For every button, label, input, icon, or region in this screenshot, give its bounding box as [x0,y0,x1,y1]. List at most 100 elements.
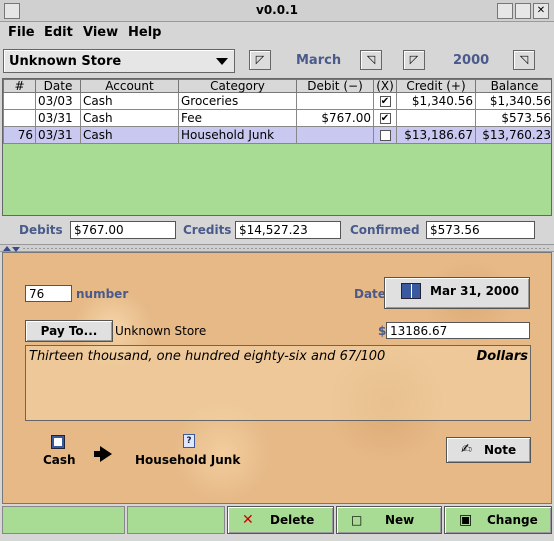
cell-account: Cash [80,92,179,110]
amount-input[interactable]: 13186.67 [386,322,530,339]
cell-date: 03/31 [35,109,81,127]
window-title: v0.0.1 [256,3,298,17]
amount-in-words: Thirteen thousand, one hundred eighty-si… [29,349,386,364]
splitter-grip[interactable] [22,247,550,250]
cell-debit: $767.00 [296,109,374,127]
cell-account: Cash [80,109,179,127]
next-month-button[interactable]: ◹ [360,50,382,70]
change-button[interactable]: ▣ Change [444,506,552,534]
new-page-icon: □ [351,513,363,527]
month-label: March [296,53,342,68]
payee-name: Unknown Store [115,324,207,338]
status-panel [127,506,225,534]
save-disk-icon: ▣ [459,512,473,528]
title-bar: v0.0.1 ✕ [0,0,554,22]
dollars-label: Dollars [476,349,528,364]
year-label: 2000 [453,53,490,68]
confirmed-checkbox[interactable] [379,130,391,141]
col-header-num[interactable]: # [3,79,36,93]
menu-view[interactable]: View [83,25,118,40]
credits-total: $14,527.23 [235,221,341,239]
menu-edit[interactable]: Edit [44,25,73,40]
toolbar: Unknown Store ◸ March ◹ ◸ 2000 ◹ [0,44,554,78]
check-number-input[interactable]: 76 [25,285,72,302]
table-row[interactable]: 03/31 Cash Fee $767.00 ✔ $573.56 [3,109,551,127]
col-header-account[interactable]: Account [80,79,179,93]
pane-splitter[interactable] [0,244,554,252]
col-header-date[interactable]: Date [35,79,81,93]
col-header-category[interactable]: Category [178,79,297,93]
delete-x-icon: ✕ [242,512,254,528]
confirmed-total: $573.56 [426,221,535,239]
memo-area[interactable]: Thirteen thousand, one hundred eighty-si… [25,345,531,421]
pay-to-button[interactable]: Pay To... [25,320,113,342]
cell-balance: $13,760.23 [475,126,551,144]
cell-credit: $1,340.56 [396,92,476,110]
col-header-debit[interactable]: Debit (−) [296,79,374,93]
cell-balance: $1,340.56 [475,92,551,110]
store-select-value: Unknown Store [9,54,122,69]
check-editor: 76 number Date Mar 31, 2000 Pay To... Un… [2,252,552,504]
account-book-icon[interactable] [51,435,65,449]
cell-date: 03/31 [35,126,81,144]
cell-category: Household Junk [178,126,297,144]
col-header-confirmed[interactable]: (X) [373,79,397,93]
collapse-up-icon[interactable] [3,246,11,251]
delete-button-label: Delete [270,513,315,527]
close-icon[interactable]: ✕ [533,3,549,19]
prev-year-button[interactable]: ◸ [403,50,425,70]
delete-button[interactable]: ✕ Delete [227,506,334,534]
change-button-label: Change [487,513,538,527]
cell-num [3,92,36,110]
ledger-header-row: # Date Account Category Debit (−) (X) Cr… [3,79,551,93]
ledger-table: # Date Account Category Debit (−) (X) Cr… [2,78,552,216]
cell-debit [296,126,374,144]
next-year-button[interactable]: ◹ [513,50,535,70]
action-bar: ✕ Delete □ New ▣ Change [0,504,554,541]
cell-credit: $13,186.67 [396,126,476,144]
col-header-credit[interactable]: Credit (+) [396,79,476,93]
new-button[interactable]: □ New [336,506,442,534]
cell-num [3,109,36,127]
cell-credit [396,109,476,127]
number-label: number [76,287,129,301]
calendar-icon [401,283,421,299]
chevron-down-icon [216,58,228,65]
note-button[interactable]: ✍ Note [446,437,531,463]
confirmed-checkbox[interactable]: ✔ [379,96,391,107]
cell-category: Groceries [178,92,297,110]
minimize-icon[interactable] [497,3,513,19]
date-picker-button[interactable]: Mar 31, 2000 [384,277,530,309]
confirmed-label: Confirmed [350,223,420,237]
cell-balance: $573.56 [475,109,551,127]
prev-month-button[interactable]: ◸ [249,50,271,70]
credits-label: Credits [183,223,232,237]
cell-num: 76 [3,126,36,144]
table-row[interactable]: 03/03 Cash Groceries ✔ $1,340.56 $1,340.… [3,92,551,110]
arrow-right-icon [94,446,112,462]
new-button-label: New [385,513,415,527]
category-unknown-icon[interactable]: ? [183,434,195,448]
status-panel [2,506,125,534]
cell-category: Fee [178,109,297,127]
cell-confirmed [373,126,397,144]
cell-account: Cash [80,126,179,144]
col-header-balance[interactable]: Balance [475,79,551,93]
table-row-selected[interactable]: 76 03/31 Cash Household Junk $13,186.67 … [3,126,551,144]
cell-debit [296,92,374,110]
menu-help[interactable]: Help [128,25,161,40]
from-account-label: Cash [43,453,76,467]
debits-label: Debits [19,223,63,237]
cell-confirmed: ✔ [373,92,397,110]
maximize-icon[interactable] [515,3,531,19]
store-select[interactable]: Unknown Store [3,49,235,73]
confirmed-checkbox[interactable]: ✔ [379,113,391,124]
totals-bar: Debits $767.00 Credits $14,527.23 Confir… [0,216,554,244]
note-icon: ✍ [461,442,472,457]
date-value: Mar 31, 2000 [430,284,519,298]
cell-date: 03/03 [35,92,81,110]
cell-confirmed: ✔ [373,109,397,127]
to-account-label: Household Junk [135,453,241,467]
menu-bar: File Edit View Help [0,22,554,44]
menu-file[interactable]: File [8,25,35,40]
